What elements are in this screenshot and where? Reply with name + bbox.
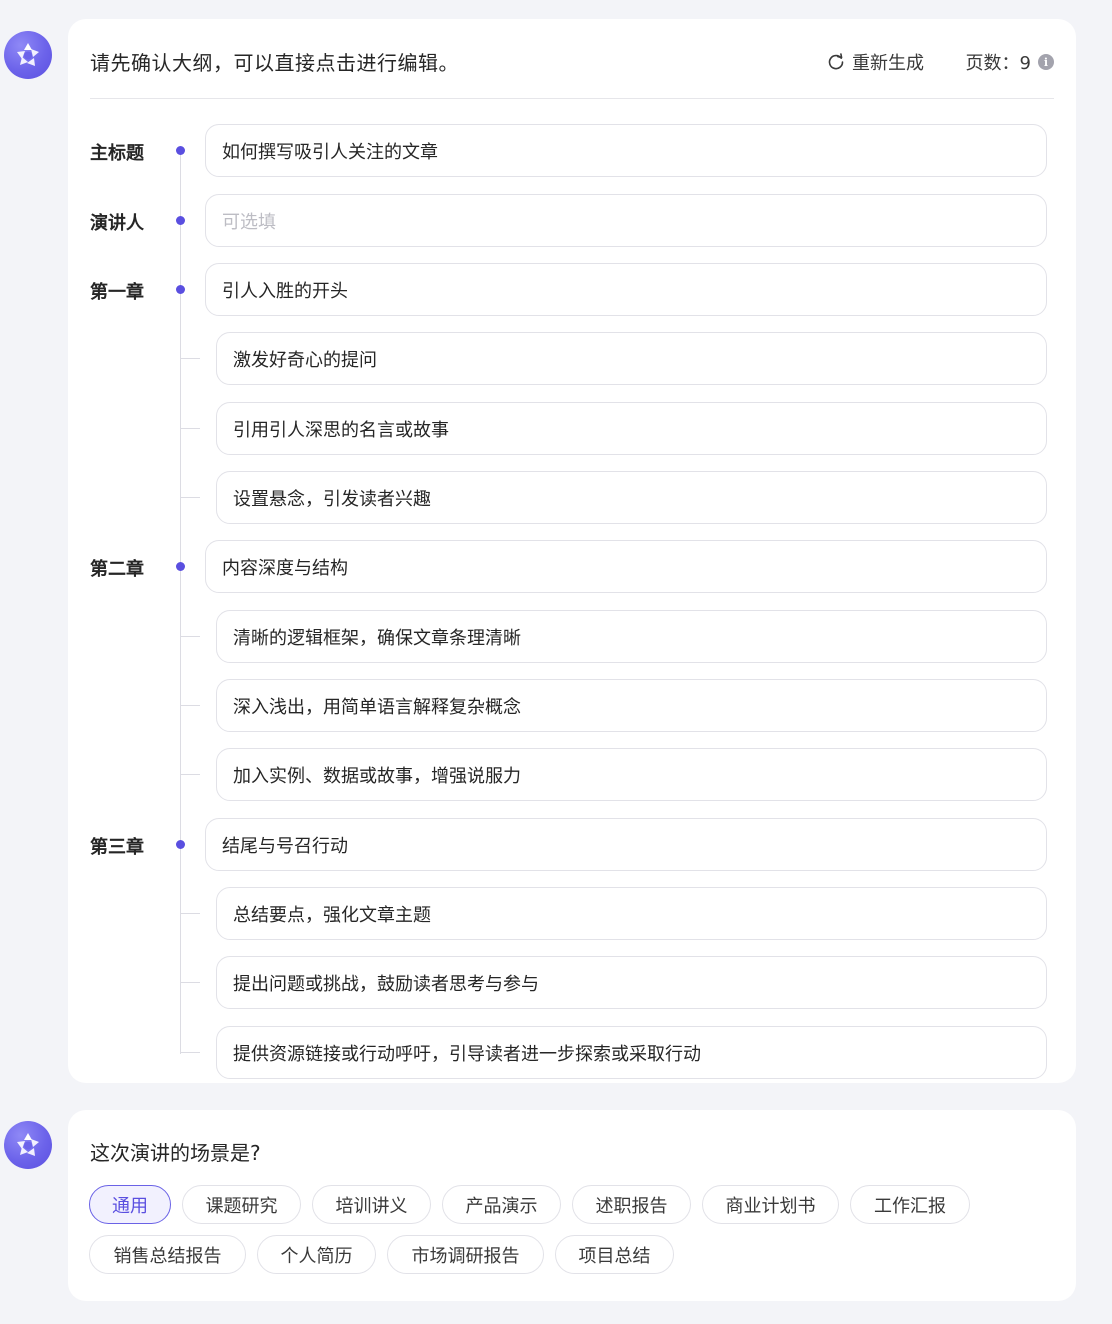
scene-option-chip[interactable]: 销售总结报告	[89, 1235, 246, 1274]
outline-row-label: 第二章	[90, 559, 144, 580]
scene-option-chip[interactable]: 通用	[89, 1185, 171, 1224]
outline-node-dot	[176, 562, 185, 571]
outline-main-field[interactable]: 引人入胜的开头	[205, 263, 1047, 316]
scene-option-chip[interactable]: 述职报告	[572, 1185, 691, 1224]
assistant-avatar-icon	[4, 31, 52, 79]
assistant-logo-icon	[17, 43, 39, 66]
page-count-label: 页数：9	[965, 53, 1031, 74]
outline-main-field[interactable]: 可选填	[205, 194, 1047, 247]
outline-field-text: 提供资源链接或行动呼吁，引导读者进一步探索或采取行动	[233, 1043, 701, 1065]
outline-sub-field[interactable]: 深入浅出，用简单语言解释复杂概念	[216, 679, 1047, 732]
outline-instruction: 请先确认大纲，可以直接点击进行编辑。	[90, 51, 459, 75]
scene-option-chip[interactable]: 培训讲义	[312, 1185, 431, 1224]
outline-branch-line	[181, 913, 200, 914]
outline-row-label: 演讲人	[90, 213, 144, 234]
outline-sub-field[interactable]: 总结要点，强化文章主题	[216, 887, 1047, 940]
scene-option-chip[interactable]: 项目总结	[555, 1235, 674, 1274]
outline-main-field[interactable]: 结尾与号召行动	[205, 818, 1047, 871]
scene-option-chip[interactable]: 个人简历	[257, 1235, 376, 1274]
outline-header: 请先确认大纲，可以直接点击进行编辑。 重新生成 页数：9 i	[90, 19, 1054, 99]
outline-branch-line	[181, 982, 200, 983]
outline-node-dot	[176, 216, 185, 225]
outline-field-text: 内容深度与结构	[222, 557, 348, 579]
outline-main-field[interactable]: 如何撰写吸引人关注的文章	[205, 124, 1047, 177]
scene-option-chip[interactable]: 市场调研报告	[387, 1235, 544, 1274]
outline-node-dot	[176, 285, 185, 294]
scene-option-chip[interactable]: 课题研究	[182, 1185, 301, 1224]
outline-field-text: 设置悬念，引发读者兴趣	[233, 488, 431, 510]
scene-question: 这次演讲的场景是?	[90, 1141, 261, 1165]
outline-sub-field[interactable]: 引用引人深思的名言或故事	[216, 402, 1047, 455]
outline-field-text: 清晰的逻辑框架，确保文章条理清晰	[233, 627, 521, 649]
outline-branch-line	[181, 774, 200, 775]
outline-row-label: 主标题	[90, 143, 144, 164]
assistant-logo-icon	[17, 1133, 39, 1156]
scene-option-chip[interactable]: 商业计划书	[702, 1185, 839, 1224]
outline-branch-line	[181, 497, 200, 498]
outline-sub-field[interactable]: 提出问题或挑战，鼓励读者思考与参与	[216, 956, 1047, 1009]
outline-field-text: 引用引人深思的名言或故事	[233, 419, 449, 441]
outline-branch-line	[181, 1052, 200, 1053]
scene-option-chip[interactable]: 工作汇报	[850, 1185, 970, 1224]
outline-sub-field[interactable]: 提供资源链接或行动呼吁，引导读者进一步探索或采取行动	[216, 1026, 1047, 1079]
refresh-icon	[828, 53, 844, 70]
outline-field-text: 引人入胜的开头	[222, 280, 348, 302]
regenerate-button[interactable]: 重新生成	[827, 49, 924, 75]
regenerate-label: 重新生成	[852, 53, 924, 74]
page-count: 页数：9 i	[966, 49, 1054, 75]
outline-branch-line	[181, 358, 200, 359]
outline-field-text: 深入浅出，用简单语言解释复杂概念	[233, 696, 521, 718]
outline-field-text: 提出问题或挑战，鼓励读者思考与参与	[233, 973, 539, 995]
outline-field-text: 如何撰写吸引人关注的文章	[222, 141, 438, 163]
outline-field-text: 激发好奇心的提问	[233, 349, 377, 371]
outline-node-dot	[176, 146, 185, 155]
outline-row-label: 第三章	[90, 837, 144, 858]
outline-field-text: 结尾与号召行动	[222, 835, 348, 857]
outline-field-text: 总结要点，强化文章主题	[233, 904, 431, 926]
outline-sub-field[interactable]: 加入实例、数据或故事，增强说服力	[216, 748, 1047, 801]
outline-node-dot	[176, 840, 185, 849]
outline-card: 请先确认大纲，可以直接点击进行编辑。 重新生成 页数：9 i 主标题 如何撰写吸引…	[68, 19, 1076, 1083]
outline-main-field[interactable]: 内容深度与结构	[205, 540, 1047, 593]
outline-field-text: 加入实例、数据或故事，增强说服力	[233, 765, 521, 787]
outline-sub-field[interactable]: 激发好奇心的提问	[216, 332, 1047, 385]
outline-field-placeholder: 可选填	[222, 211, 276, 233]
outline-sub-field[interactable]: 设置悬念，引发读者兴趣	[216, 471, 1047, 524]
scene-card: 这次演讲的场景是? 通用 课题研究 培训讲义 产品演示 述职报告 商业计划书 工作汇报销售总…	[68, 1110, 1076, 1301]
outline-branch-line	[181, 705, 200, 706]
assistant-avatar-icon	[4, 1121, 52, 1169]
info-icon[interactable]: i	[1038, 54, 1054, 70]
scene-option-chip[interactable]: 产品演示	[442, 1185, 561, 1224]
outline-row-label: 第一章	[90, 282, 144, 303]
outline-sub-field[interactable]: 清晰的逻辑框架，确保文章条理清晰	[216, 610, 1047, 663]
outline-branch-line	[181, 428, 200, 429]
outline-branch-line	[181, 636, 200, 637]
